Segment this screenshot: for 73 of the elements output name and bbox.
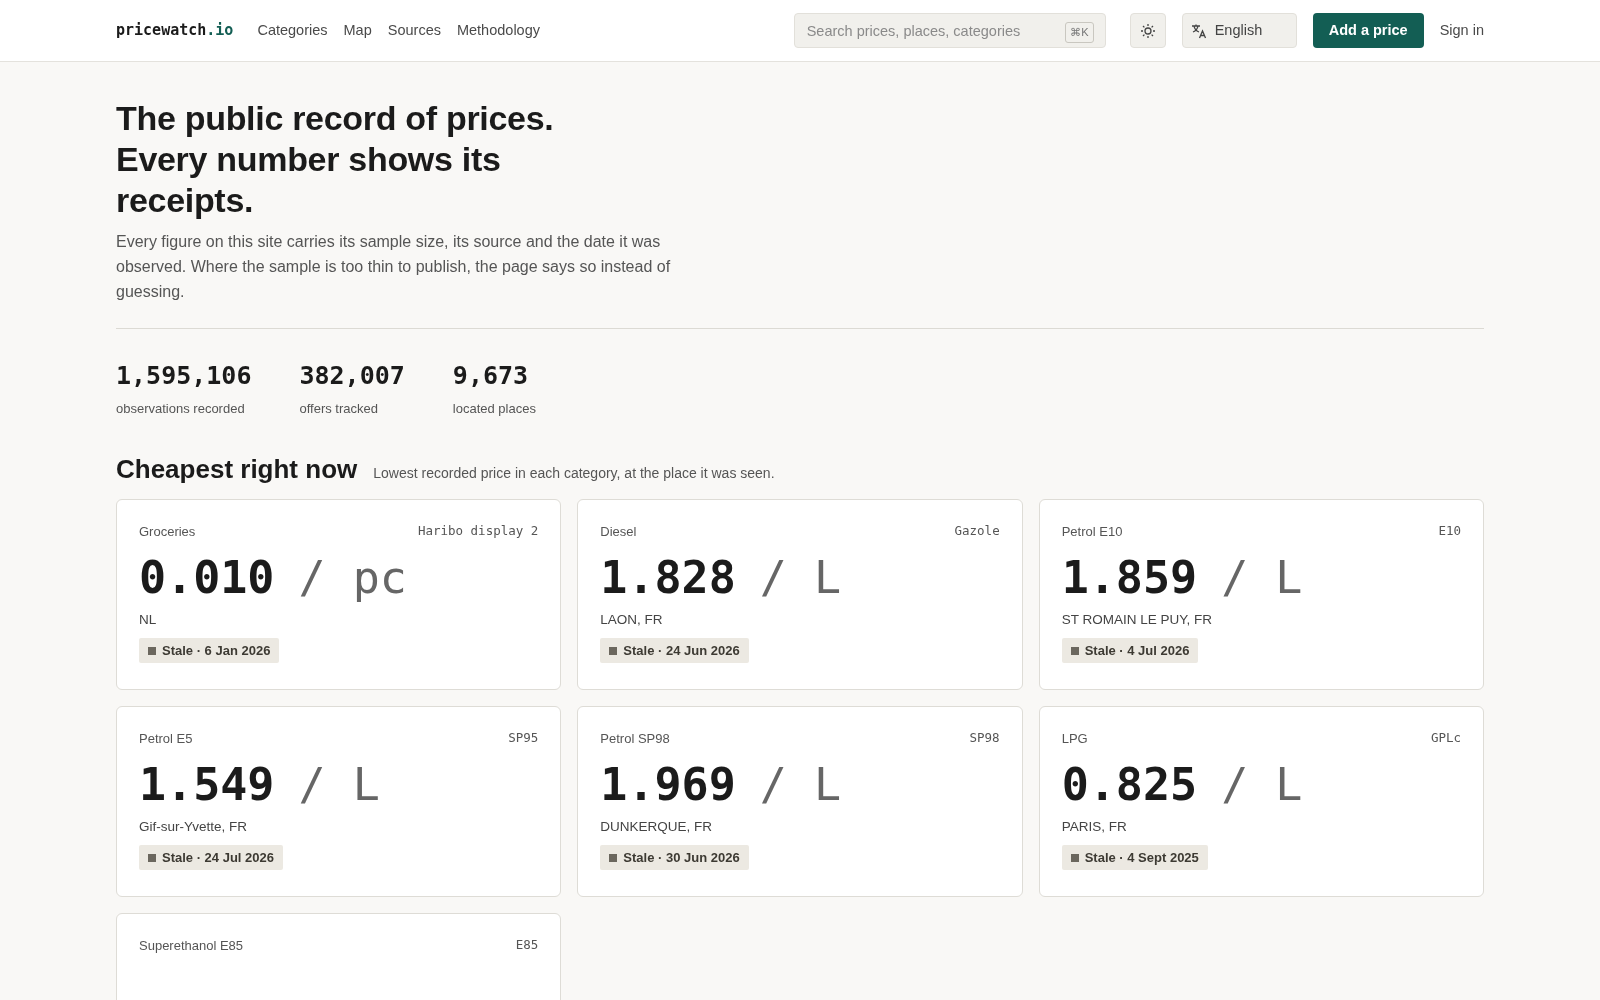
category-label: Petrol SP98	[600, 730, 670, 749]
product-name: SP95	[508, 729, 539, 748]
stat-value: 382,007	[299, 360, 405, 392]
hero-heading: The public record of prices. Every number shows its receipts.	[116, 98, 555, 221]
place-label: PARIS, FR	[1061, 817, 1128, 836]
price-card[interactable]: Groceries Haribo display 2 0.010 / pc NL Stale · 6 Jan 2026	[116, 499, 562, 691]
category-label: LPG	[1061, 730, 1088, 749]
status-tag: Stale · 24 Jun 2026	[600, 637, 749, 664]
price-value: 1.969	[600, 756, 736, 813]
category-label: Superethanol E85	[139, 937, 244, 956]
add-price-button[interactable]: Add a price	[1312, 13, 1424, 48]
nav-link[interactable]: Categories	[257, 19, 328, 42]
logo[interactable]: pricewatch.io	[116, 19, 234, 42]
square-icon	[148, 646, 156, 655]
nav-link[interactable]: Methodology	[456, 19, 540, 42]
product-name: E10	[1438, 522, 1461, 541]
stat-label: located places	[452, 399, 536, 418]
shortcut-hint: ⌘K	[1065, 22, 1094, 43]
price-card[interactable]: Superethanol E85 E85	[116, 913, 562, 1000]
nav-link[interactable]: Sources	[387, 19, 441, 42]
price-card[interactable]: Diesel Gazole 1.828 / L LAON, FR Stale · 24 Jun 2026	[577, 499, 1023, 691]
price-unit: / pc	[298, 549, 407, 606]
status-tag: Stale · 30 Jun 2026	[600, 844, 749, 871]
product-name: Haribo display 2	[417, 522, 539, 541]
translate-icon	[1190, 22, 1207, 39]
category-label: Groceries	[139, 523, 196, 542]
price-value: 1.859	[1061, 549, 1198, 606]
price-value: 0.825	[1061, 756, 1198, 813]
product-name: GPLc	[1430, 729, 1461, 748]
place-label: NL	[139, 610, 158, 629]
status-tag: Stale · 4 Jul 2026	[1061, 637, 1199, 664]
price-unit: / L	[1221, 549, 1303, 606]
price-unit: / L	[759, 756, 842, 813]
nav-link[interactable]: Map	[343, 19, 372, 42]
stat-label: observations recorded	[116, 399, 246, 418]
square-icon	[609, 646, 618, 655]
hero-description: Every figure on this site carries its sample size, its source and the date it was observed. Where the sample is too thin to publish, the page says so instead of guessing.	[116, 232, 672, 302]
language-selector[interactable]: English	[1181, 13, 1297, 48]
place-label: LAON, FR	[600, 610, 664, 629]
status-tag: Stale · 24 Jul 2026	[139, 844, 283, 871]
place-label: ST ROMAIN LE PUY, FR	[1061, 610, 1213, 629]
category-label: Petrol E5	[139, 730, 193, 749]
price-card[interactable]: LPG GPLc 0.825 / L PARIS, FR Stale · 4 Sept 2025	[1038, 706, 1484, 898]
place-label: Gif-sur-Yvette, FR	[139, 817, 249, 836]
price-unit: / L	[298, 756, 380, 813]
square-icon	[609, 853, 618, 862]
category-label: Petrol E10	[1061, 523, 1123, 542]
theme-toggle-button[interactable]	[1129, 13, 1166, 48]
price-card[interactable]: Petrol E10 E10 1.859 / L ST ROMAIN LE PUY, FR Stale · 4 Jul 2026	[1038, 499, 1484, 691]
square-icon	[1070, 853, 1079, 862]
square-icon	[148, 853, 156, 862]
stat-label: offers tracked	[299, 399, 379, 418]
price-value: 0.010	[139, 549, 275, 606]
stat-value: 1,595,106	[116, 360, 252, 392]
price-unit: / L	[759, 549, 842, 606]
sign-in-link[interactable]: Sign in	[1439, 19, 1484, 42]
product-name: Gazole	[954, 522, 1000, 541]
product-name: SP98	[969, 729, 1000, 748]
price-value: 1.828	[600, 549, 736, 606]
place-label: DUNKERQUE, FR	[600, 817, 714, 836]
stat-value: 9,673	[452, 360, 530, 392]
price-card[interactable]: Petrol SP98 SP98 1.969 / L DUNKERQUE, FR Stale · 30 Jun 2026	[577, 706, 1023, 898]
status-tag: Stale · 4 Sept 2025	[1061, 844, 1208, 871]
price-value: 1.549	[139, 756, 275, 813]
sun-icon	[1139, 22, 1156, 39]
category-label: Diesel	[600, 523, 637, 542]
product-name: E85	[515, 936, 539, 955]
square-icon	[1070, 646, 1079, 655]
status-tag: Stale · 6 Jan 2026	[139, 637, 280, 664]
section-subtitle: Lowest recorded price in each category, at the place it was seen.	[373, 464, 775, 483]
price-unit: / L	[1221, 756, 1303, 813]
price-card[interactable]: Petrol E5 SP95 1.549 / L Gif-sur-Yvette, FR Stale · 24 Jul 2026	[116, 706, 562, 898]
section-heading: Cheapest right now	[116, 454, 358, 486]
